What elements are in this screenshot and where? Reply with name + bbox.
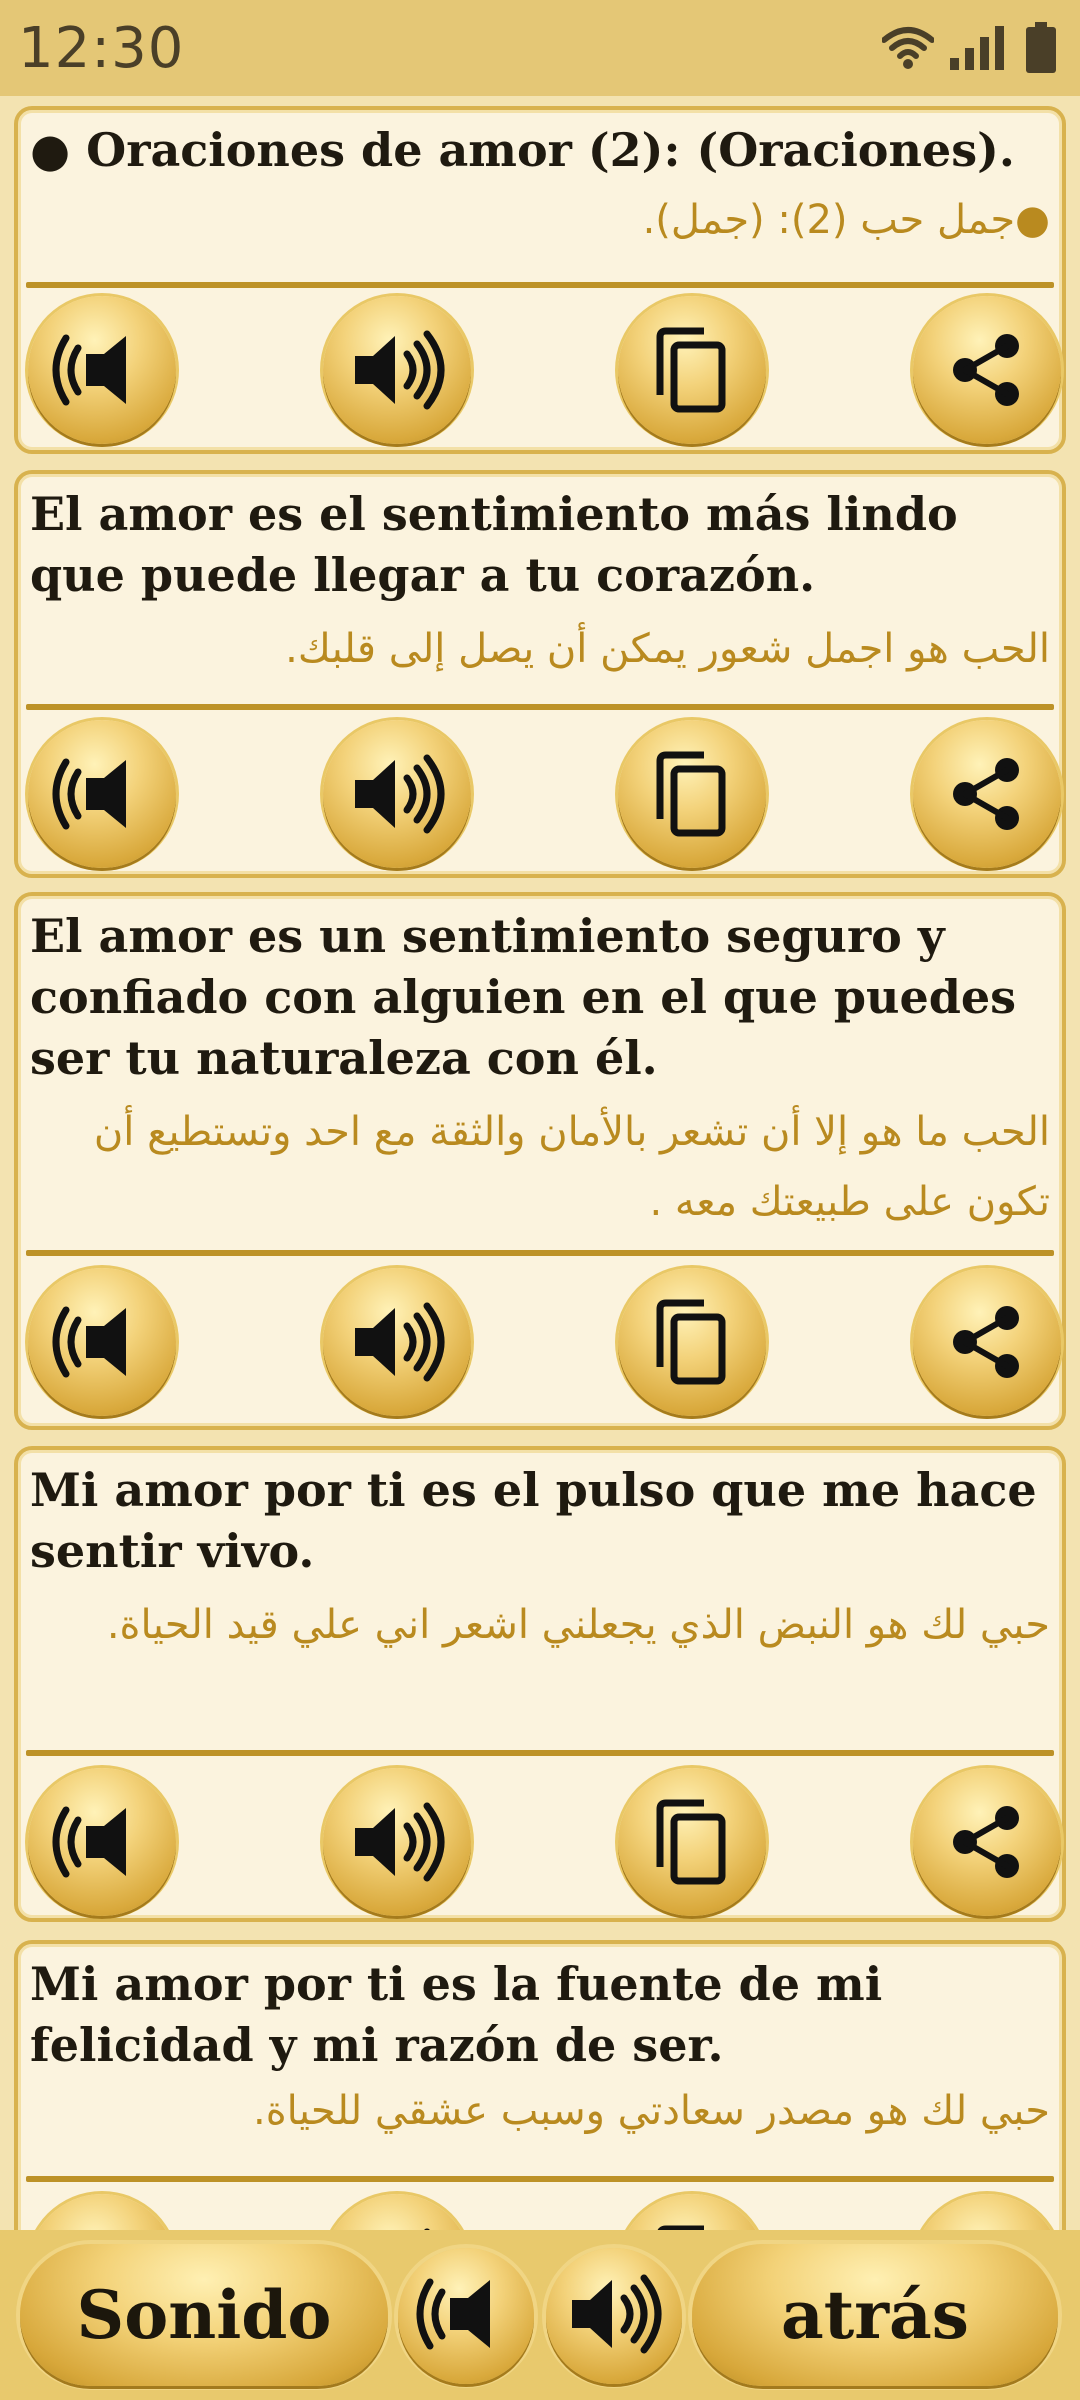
copy-icon [652,325,732,415]
phrase-card: El amor es el sentimiento más lindo que … [14,470,1066,878]
audio-button[interactable] [546,2248,682,2384]
phrase-card: ● Oraciones de amor (2): (Oraciones). ●ج… [14,106,1066,454]
slow-audio-button[interactable] [28,296,176,444]
phrase-card: Mi amor por ti es la fuente de mi felici… [14,1940,1066,2230]
audio-button[interactable] [323,2194,471,2230]
spanish-text: El amor es el sentimiento más lindo que … [30,487,958,602]
spanish-text: Mi amor por ti es la fuente de mi felici… [30,1957,883,2072]
spanish-text: El amor es un sentimiento seguro y confi… [30,909,1017,1085]
phrase-card: El amor es un sentimiento seguro y confi… [14,892,1066,1430]
copy-button[interactable] [618,720,766,868]
share-button[interactable] [913,2194,1061,2230]
slow-audio-button[interactable] [28,1268,176,1416]
copy-button[interactable] [618,1768,766,1916]
audio-icon [564,2274,664,2358]
status-icons [882,22,1058,74]
status-time: 12:30 [18,15,185,81]
arabic-text: ●جمل حب (2): (جمل). [642,197,1050,243]
copy-icon [652,2223,732,2230]
action-row [18,1768,1062,1918]
slow-audio-button[interactable] [28,1768,176,1916]
audio-button[interactable] [323,720,471,868]
status-bar: 12:30 [0,0,1080,96]
phrase-list[interactable]: ● Oraciones de amor (2): (Oraciones). ●ج… [0,96,1080,2230]
copy-button[interactable] [618,296,766,444]
action-row [18,2194,1062,2230]
audio-button[interactable] [323,1268,471,1416]
action-row [18,1268,1062,1418]
share-icon [947,1802,1027,1882]
action-row [18,296,1062,446]
share-icon [947,754,1027,834]
divider [26,1250,1054,1256]
slow-audio-button[interactable] [28,720,176,868]
audio-button[interactable] [323,1768,471,1916]
audio-icon [347,754,447,834]
spanish-text: ● Oraciones de amor (2): (Oraciones). [30,123,1015,177]
audio-button[interactable] [323,296,471,444]
slow-audio-icon [52,1302,152,1382]
audio-icon [347,1302,447,1382]
back-button[interactable]: atrás [692,2244,1058,2386]
audio-icon [347,330,447,410]
arabic-text: حبي لك هو النبض الذي يجعلني اشعر اني علي… [106,1602,1050,1648]
copy-icon [652,1297,732,1387]
audio-icon [347,1802,447,1882]
divider [26,2176,1054,2182]
divider [26,704,1054,710]
arabic-text: الحب هو اجمل شعور يمكن أن يصل إلى قلبك. [285,626,1050,672]
spanish-text: Mi amor por ti es el pulso que me hace s… [30,1463,1037,1578]
copy-button[interactable] [618,1268,766,1416]
wifi-icon [882,26,934,70]
sound-button[interactable]: Sonido [20,2244,388,2386]
phrase-card: Mi amor por ti es el pulso que me hace s… [14,1446,1066,1922]
share-icon [947,1302,1027,1382]
signal-icon [948,24,1010,72]
battery-icon [1024,22,1058,74]
share-button[interactable] [913,1768,1061,1916]
share-icon [947,330,1027,410]
slow-audio-button[interactable] [28,2194,176,2230]
divider [26,282,1054,288]
copy-button[interactable] [618,2194,766,2230]
slow-audio-icon [52,754,152,834]
bottom-bar: Sonido atrás [0,2230,1080,2400]
slow-audio-icon [52,1802,152,1882]
share-button[interactable] [913,296,1061,444]
slow-audio-icon [52,330,152,410]
share-button[interactable] [913,1268,1061,1416]
action-row [18,720,1062,870]
divider [26,1750,1054,1756]
slow-audio-button[interactable] [398,2248,534,2384]
share-button[interactable] [913,720,1061,868]
arabic-text: الحب ما هو إلا أن تشعر بالأمان والثقة مع… [93,1109,1050,1225]
copy-icon [652,1797,732,1887]
copy-icon [652,749,732,839]
slow-audio-icon [416,2274,516,2358]
arabic-text: حبي لك هو مصدر سعادتي وسبب عشقي للحياة. [253,2088,1050,2134]
